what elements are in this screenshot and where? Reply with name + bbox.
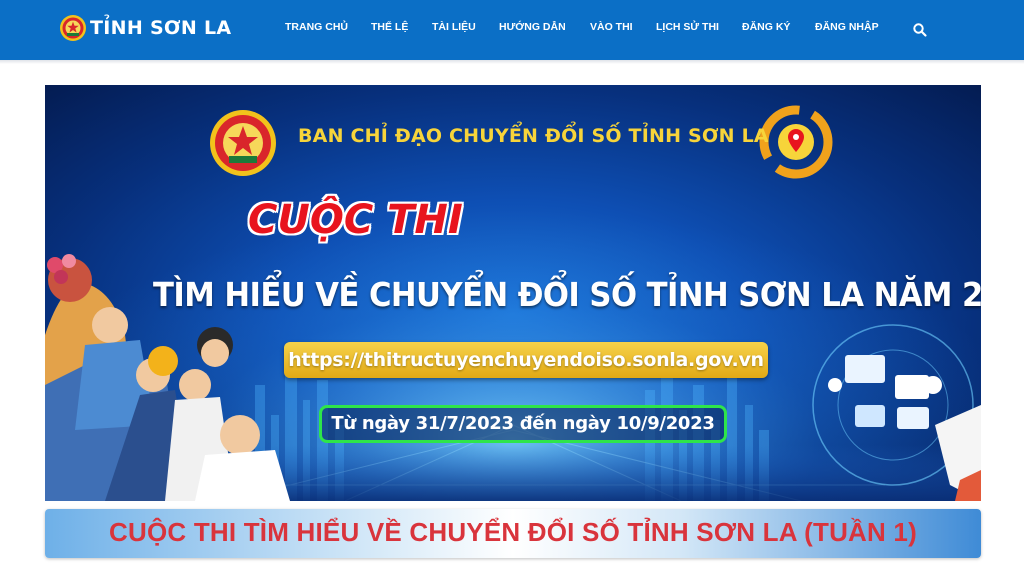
top-navigation-bar: TỈNH SƠN LA TRANG CHỦ THỂ LỆ TÀI LIỆU HƯ… — [0, 0, 1024, 60]
nav-item-exam-history[interactable]: LỊCH SỬ THI — [656, 21, 719, 33]
header-divider — [0, 60, 1024, 64]
provincial-emblem-icon — [210, 110, 276, 176]
page-title: CUỘC THI TÌM HIỂU VỀ CHUYỂN ĐỔI SỐ TỈNH … — [109, 517, 917, 547]
banner-date-range: Từ ngày 31/7/2023 đến ngày 10/9/2023 — [319, 405, 727, 443]
nav-item-documents[interactable]: TÀI LIỆU — [432, 21, 476, 33]
nav-item-take-exam[interactable]: VÀO THI — [590, 21, 633, 33]
page-title-bar: CUỘC THI TÌM HIỂU VỀ CHUYỂN ĐỔI SỐ TỈNH … — [45, 509, 981, 558]
nav-item-register[interactable]: ĐĂNG KÝ — [742, 21, 790, 33]
banner-headline: TÌM HIỂU VỀ CHUYỂN ĐỔI SỐ TỈNH SƠN LA NĂ… — [153, 275, 981, 314]
contest-banner: BAN CHỈ ĐẠO CHUYỂN ĐỔI SỐ TỈNH SƠN LA CU… — [45, 85, 981, 501]
search-icon[interactable] — [912, 22, 928, 38]
nav-item-home[interactable]: TRANG CHỦ — [285, 21, 348, 33]
main-menu: TRANG CHỦ THỂ LỆ TÀI LIỆU HƯỚNG DẪN VÀO … — [0, 0, 1024, 60]
banner-organization: BAN CHỈ ĐẠO CHUYỂN ĐỔI SỐ TỈNH SƠN LA — [298, 125, 769, 147]
nav-item-login[interactable]: ĐĂNG NHẬP — [815, 21, 879, 33]
banner-contest-word: CUỘC THI — [248, 197, 463, 243]
nav-item-guide[interactable]: HƯỚNG DẪN — [499, 21, 566, 33]
banner-url: https://thitructuyenchuyendoiso.sonla.go… — [284, 342, 768, 378]
nav-item-rules[interactable]: THỂ LỆ — [371, 21, 408, 33]
